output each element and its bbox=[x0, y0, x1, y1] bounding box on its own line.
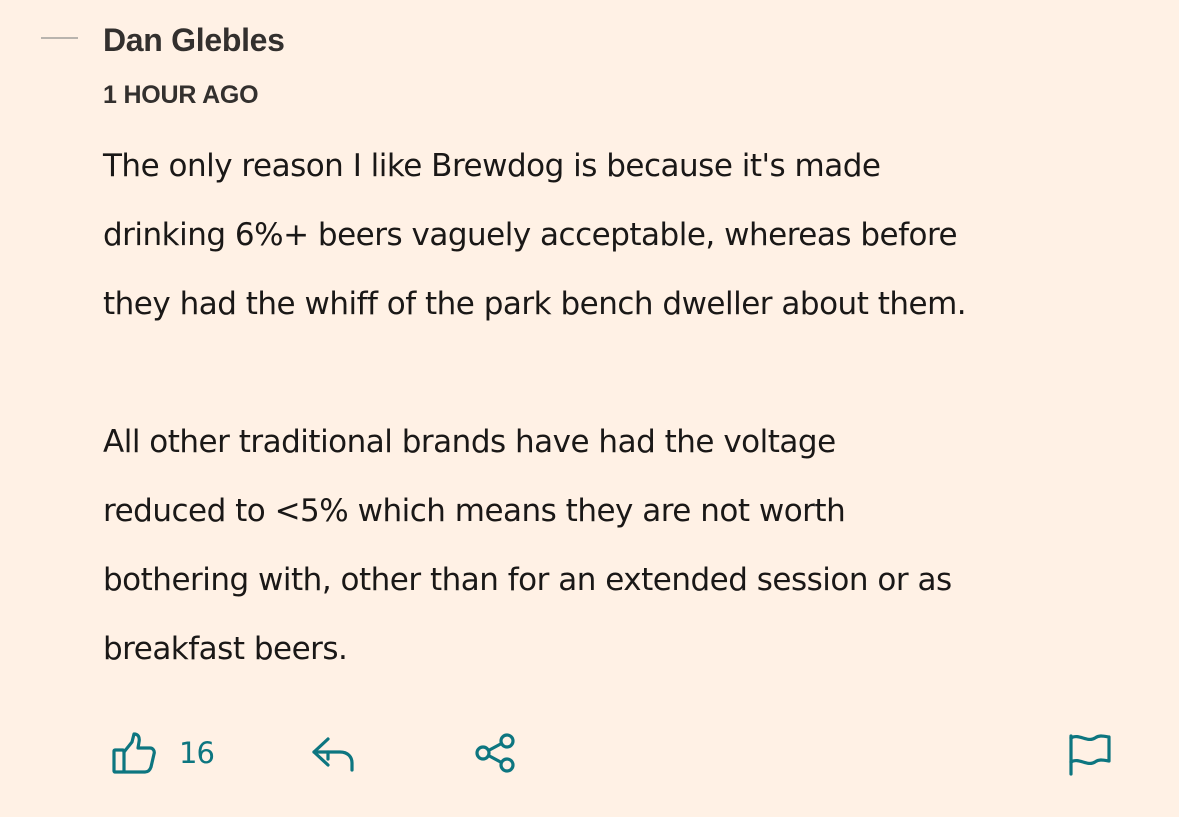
comment-author[interactable]: Dan Glebles bbox=[103, 14, 1163, 66]
reply-icon bbox=[310, 733, 356, 773]
comment-body: The only reason I like Brewdog is becaus… bbox=[103, 132, 1163, 684]
flag-icon bbox=[1065, 730, 1113, 776]
like-button[interactable]: 16 bbox=[111, 726, 215, 780]
reply-button[interactable] bbox=[310, 726, 356, 780]
share-button[interactable] bbox=[473, 726, 517, 780]
comment-timestamp: 1 HOUR AGO bbox=[103, 81, 259, 109]
thread-collapse-line[interactable] bbox=[41, 37, 78, 39]
comment: Dan Glebles 1 HOUR AGO The only reason I… bbox=[103, 14, 1163, 684]
report-button[interactable] bbox=[1065, 726, 1113, 780]
comment-paragraph: The only reason I like Brewdog is becaus… bbox=[103, 148, 967, 322]
thumbs-up-icon bbox=[111, 731, 157, 775]
share-icon bbox=[473, 733, 517, 773]
comment-paragraph: All other traditional brands have had th… bbox=[103, 424, 952, 667]
like-count: 16 bbox=[179, 736, 215, 770]
comment-actions: 16 bbox=[103, 726, 1123, 780]
